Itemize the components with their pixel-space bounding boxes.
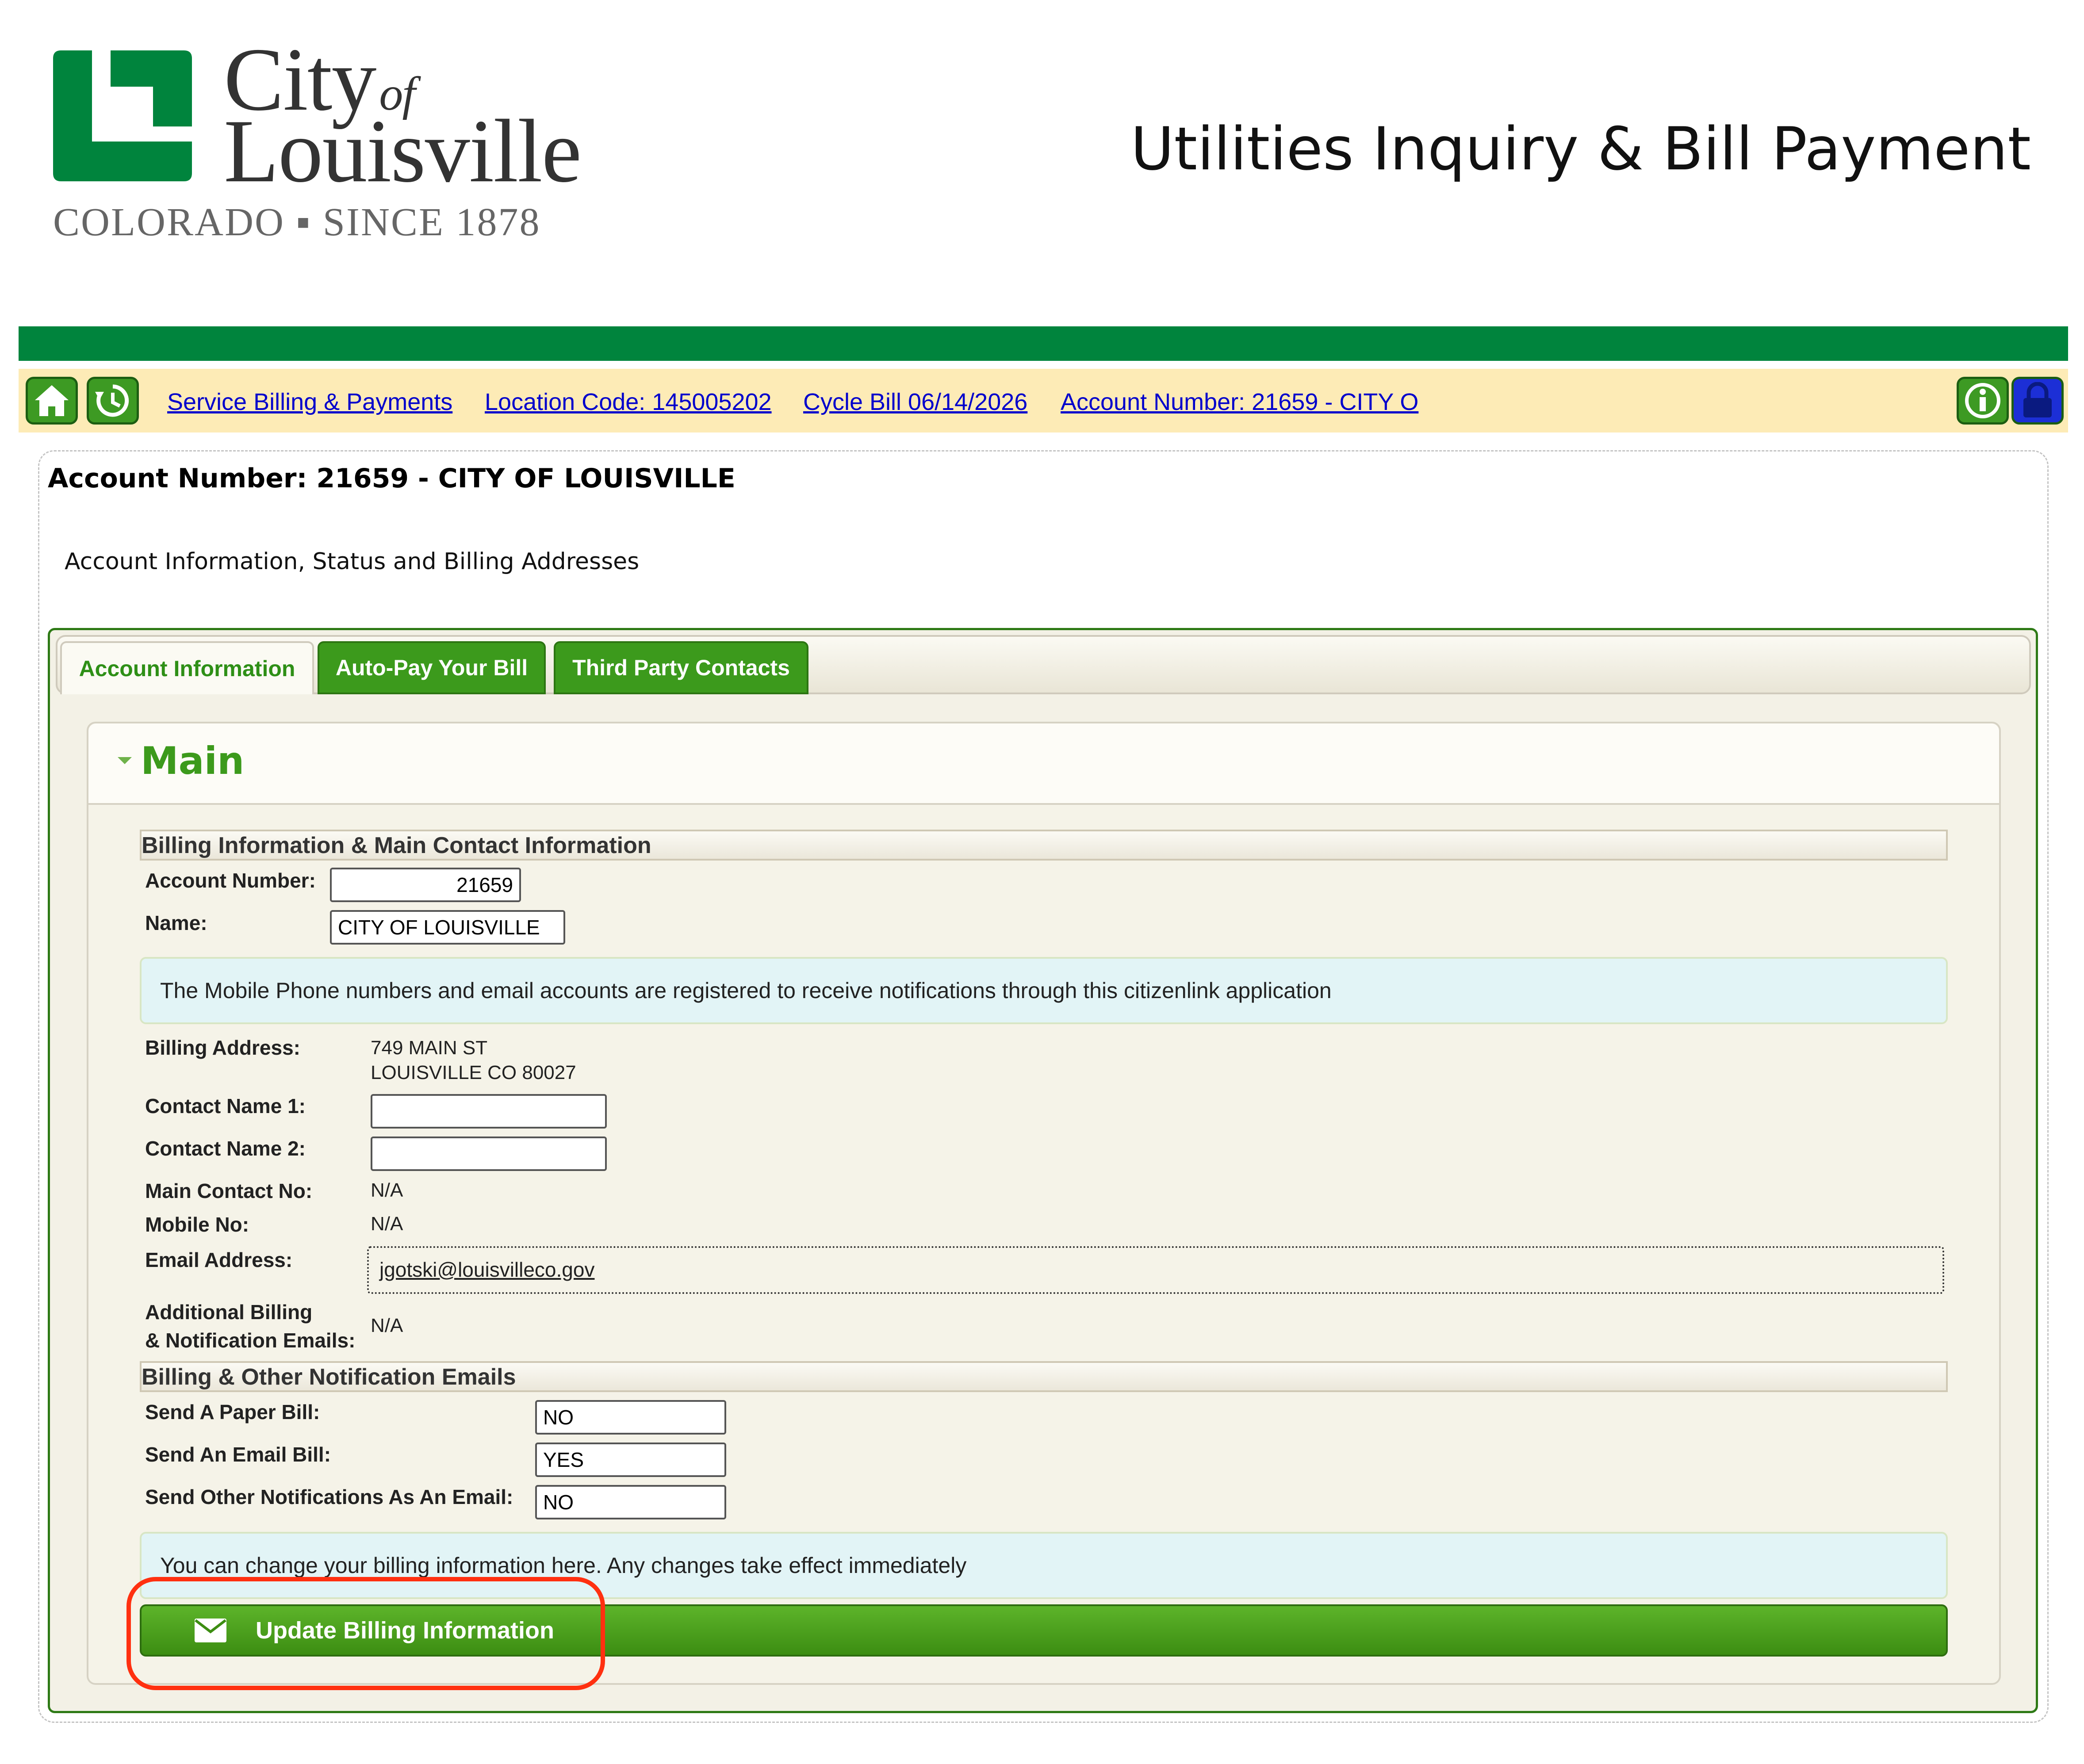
account-subheading: Account Information, Status and Billing … — [65, 548, 640, 575]
breadcrumb-location-code[interactable]: Location Code: 145005202 — [485, 390, 772, 414]
account-heading: Account Number: 21659 - CITY OF LOUISVIL… — [48, 463, 736, 494]
email-address-box[interactable] — [367, 1246, 1944, 1294]
collapse-caret-icon[interactable] — [118, 757, 132, 764]
contact-name-2-label: Contact Name 2: — [145, 1137, 306, 1160]
paper-bill-field[interactable]: NO — [535, 1400, 726, 1435]
notify-section-title: Billing & Other Notification Emails — [142, 1364, 516, 1390]
mobile-no-label: Mobile No: — [145, 1213, 249, 1236]
logo-tagline: COLORADO ▪ SINCE 1878 — [53, 200, 541, 244]
home-button[interactable] — [26, 377, 78, 425]
main-contact-no-label: Main Contact No: — [145, 1179, 313, 1202]
billing-address-line1: 749 MAIN ST — [371, 1037, 488, 1059]
breadcrumb-account-number[interactable]: Account Number: 21659 - CITY O — [1061, 390, 1418, 414]
logo-wordmark-louisville: Louisville — [224, 101, 582, 201]
account-number-field[interactable]: 21659 — [330, 868, 521, 902]
billing-address-label: Billing Address: — [145, 1036, 300, 1059]
mobile-no-value: N/A — [371, 1213, 403, 1235]
paper-bill-label: Send A Paper Bill: — [145, 1400, 320, 1423]
info-icon — [1965, 383, 2000, 418]
additional-emails-value: N/A — [371, 1315, 403, 1336]
tab-third-party-contacts[interactable]: Third Party Contacts — [554, 641, 808, 694]
name-field[interactable]: CITY OF LOUISVILLE — [330, 910, 565, 945]
breadcrumb-cycle-bill[interactable]: Cycle Bill 06/14/2026 — [803, 390, 1027, 414]
main-section-header[interactable] — [88, 723, 1999, 805]
email-address-link[interactable]: jgotski@louisvilleco.gov — [379, 1259, 594, 1280]
lock-icon — [2023, 382, 2052, 417]
name-label: Name: — [145, 911, 207, 934]
notification-info-box: The Mobile Phone numbers and email accou… — [140, 957, 1948, 1024]
brand-bar — [19, 326, 2068, 361]
main-contact-no-value: N/A — [371, 1179, 403, 1201]
highlight-annotation — [126, 1577, 605, 1690]
main-section-title: Main — [141, 739, 245, 783]
additional-emails-label-line1: Additional Billing — [145, 1301, 313, 1324]
site-title: Utilities Inquiry & Bill Payment — [1130, 115, 2031, 184]
email-address-label: Email Address: — [145, 1248, 293, 1271]
billing-address-line2: LOUISVILLE CO 80027 — [371, 1062, 576, 1083]
home-icon — [35, 385, 69, 416]
history-button[interactable] — [87, 377, 139, 425]
contact-name-1-label: Contact Name 1: — [145, 1094, 306, 1117]
city-logo-mark — [53, 50, 192, 181]
logout-button[interactable] — [2011, 377, 2064, 425]
tab-account-information[interactable]: Account Information — [60, 641, 314, 694]
email-bill-label: Send An Email Bill: — [145, 1443, 331, 1466]
billing-section-title: Billing Information & Main Contact Infor… — [142, 833, 651, 858]
history-icon — [95, 384, 129, 417]
email-bill-field[interactable]: YES — [535, 1443, 726, 1477]
contact-name-1-field[interactable] — [371, 1094, 607, 1129]
info-button[interactable] — [1957, 377, 2009, 425]
tab-auto-pay[interactable]: Auto-Pay Your Bill — [318, 641, 546, 694]
breadcrumb-service-billing[interactable]: Service Billing & Payments — [167, 390, 452, 414]
contact-name-2-field[interactable] — [371, 1136, 607, 1171]
account-number-label: Account Number: — [145, 869, 316, 892]
additional-emails-label-line2: & Notification Emails: — [145, 1329, 356, 1352]
other-notifications-label: Send Other Notifications As An Email: — [145, 1485, 513, 1508]
other-notifications-field[interactable]: NO — [535, 1485, 726, 1519]
